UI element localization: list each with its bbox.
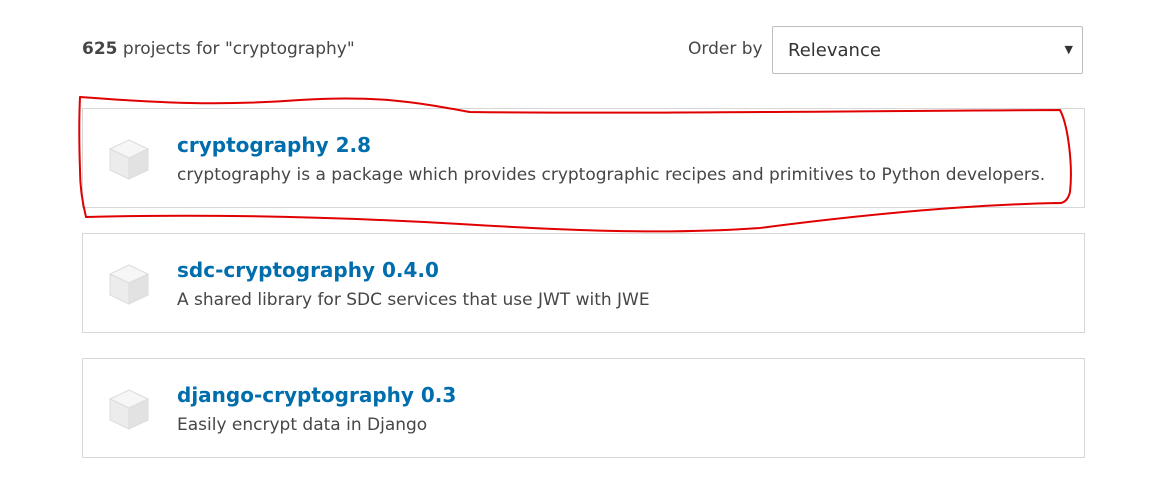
order-by-label: Order by <box>688 39 763 59</box>
package-title-link[interactable]: django-cryptography 0.3 <box>177 383 456 407</box>
package-cube-icon <box>108 264 150 305</box>
order-by-selected-value: Relevance <box>788 40 881 61</box>
package-card[interactable]: sdc-cryptography 0.4.0 A shared library … <box>82 233 1085 333</box>
package-description: A shared library for SDC services that u… <box>177 290 650 310</box>
results-count: 625 projects for "cryptography" <box>82 39 355 59</box>
package-list: cryptography 2.8 cryptography is a packa… <box>82 108 1085 483</box>
package-description: Easily encrypt data in Django <box>177 415 428 435</box>
caret-down-icon: ▼ <box>1064 43 1073 56</box>
package-title-link[interactable]: cryptography 2.8 <box>177 133 371 157</box>
package-cube-icon <box>108 139 150 180</box>
results-count-number: 625 <box>82 39 118 59</box>
package-description: cryptography is a package which provides… <box>177 165 1046 185</box>
package-card[interactable]: cryptography 2.8 cryptography is a packa… <box>82 108 1085 208</box>
package-cube-icon <box>108 389 150 430</box>
package-title-link[interactable]: sdc-cryptography 0.4.0 <box>177 258 439 282</box>
order-by-select[interactable]: Relevance ▼ <box>772 26 1083 74</box>
results-header: 625 projects for "cryptography" Order by… <box>82 26 1085 76</box>
results-count-suffix: projects for "cryptography" <box>117 39 355 59</box>
package-card[interactable]: django-cryptography 0.3 Easily encrypt d… <box>82 358 1085 458</box>
